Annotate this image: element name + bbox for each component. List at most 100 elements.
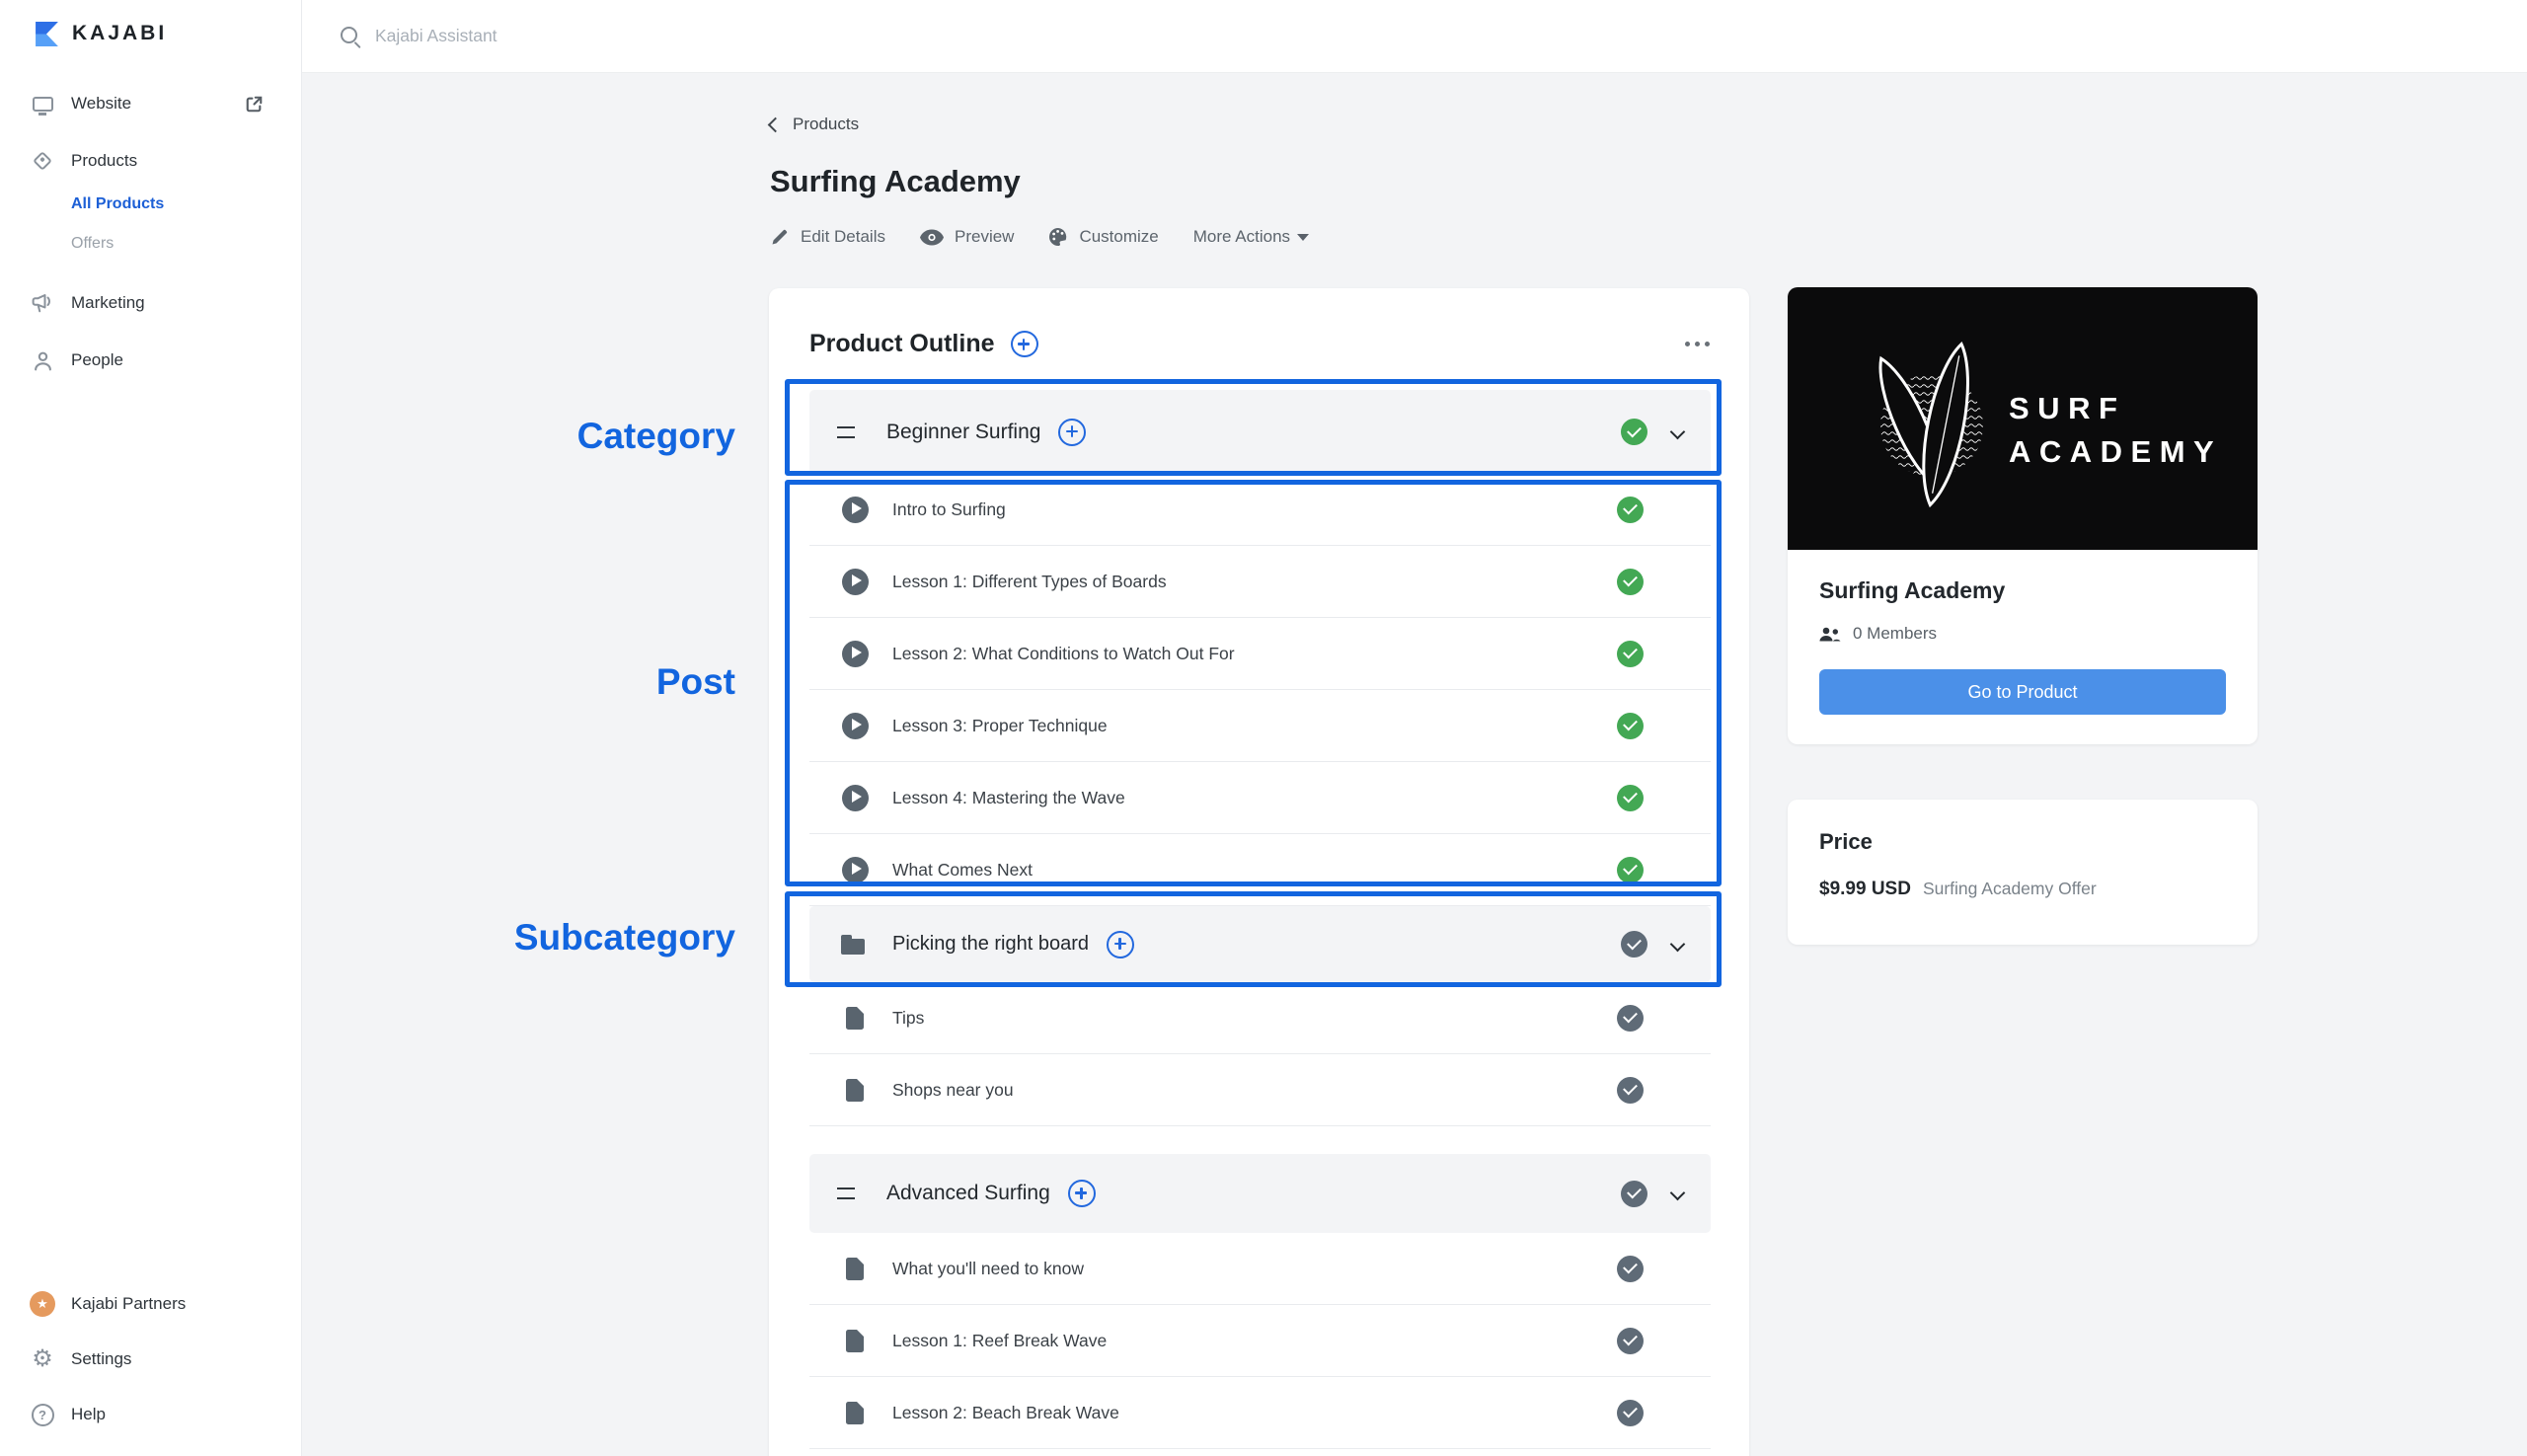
- sidebar-item-settings[interactable]: Settings: [0, 1336, 301, 1383]
- outline-item-label: Lesson 1: Different Types of Boards: [892, 571, 1167, 591]
- price-card-title: Price: [1819, 829, 1873, 854]
- annotation-label-subcategory: Subcategory: [513, 917, 735, 958]
- action-label: More Actions: [1192, 227, 1291, 246]
- pencil-icon: [772, 229, 788, 245]
- outline-item-row[interactable]: What you'll need to know: [809, 1233, 1711, 1305]
- breadcrumb[interactable]: Products: [767, 115, 859, 134]
- product-summary-card: SURF ACADEMY Surfing Academy 0 Members G…: [1788, 287, 2258, 744]
- outline-item-row[interactable]: Lesson 2: What Conditions to Watch Out F…: [809, 618, 1711, 690]
- sidebar-item-label: Products: [71, 151, 138, 170]
- chevron-down-icon[interactable]: [1669, 423, 1687, 441]
- document-icon: [841, 1401, 869, 1424]
- outline-item-row[interactable]: Lesson 1: Reef Break Wave: [809, 1305, 1711, 1377]
- price-line: $9.99 USD Surfing Academy Offer: [1819, 879, 2226, 900]
- sidebar-item-marketing[interactable]: Marketing: [0, 284, 301, 322]
- star-badge-icon: [30, 1291, 55, 1317]
- status-published-icon: [1617, 856, 1644, 883]
- add-post-icon[interactable]: [1107, 930, 1135, 958]
- sidebar-item-help[interactable]: Help: [0, 1391, 301, 1438]
- outline-item-row[interactable]: Tips: [809, 982, 1711, 1054]
- edit-details-button[interactable]: Edit Details: [770, 227, 905, 247]
- preview-button[interactable]: Preview: [919, 227, 1034, 247]
- sidebar-item-label: Website: [71, 94, 132, 113]
- add-post-icon[interactable]: [1067, 1180, 1096, 1207]
- megaphone-icon: [30, 293, 55, 314]
- outline-item-row[interactable]: Lesson 2: Beach Break Wave: [809, 1377, 1711, 1449]
- product-thumbnail: SURF ACADEMY: [1788, 287, 2258, 550]
- add-post-icon[interactable]: [1058, 418, 1087, 446]
- sidebar-subitem-label: All Products: [71, 195, 165, 212]
- outline-item-label: Lesson 2: Beach Break Wave: [892, 1402, 1119, 1422]
- eye-icon: [919, 229, 944, 245]
- status-draft-icon: [1617, 1399, 1644, 1426]
- sidebar-item-label: Settings: [71, 1349, 132, 1368]
- product-outline-card: Product Outline Beginner Surfing Intro t…: [769, 288, 1749, 1456]
- thumbnail-text-line1: SURF: [2009, 391, 2125, 425]
- add-category-icon[interactable]: [1010, 331, 1038, 357]
- annotation-label-post: Post: [655, 661, 735, 702]
- status-published-icon: [1617, 640, 1644, 667]
- play-icon: [841, 640, 869, 667]
- sidebar-item-label: Marketing: [71, 293, 145, 312]
- outline-item-row[interactable]: Intro to Surfing: [809, 474, 1711, 546]
- more-actions-button[interactable]: More Actions: [1193, 227, 1329, 247]
- question-icon: [30, 1403, 55, 1426]
- document-icon: [841, 1006, 869, 1030]
- header-actions: Edit Details Preview Customize More Acti…: [770, 219, 1329, 255]
- drag-handle-icon[interactable]: [837, 425, 855, 438]
- play-icon: [841, 856, 869, 883]
- kajabi-logo-icon: [36, 21, 58, 46]
- thumbnail-text-line2: ACADEMY: [2009, 434, 2222, 469]
- status-draft-icon: [1617, 1004, 1644, 1032]
- subcategory-row-picking-the-right-board[interactable]: Picking the right board: [809, 906, 1711, 982]
- outline-list: Beginner Surfing Intro to Surfing Lesson…: [809, 390, 1711, 1449]
- outline-item-row[interactable]: Lesson 4: Mastering the Wave: [809, 762, 1711, 834]
- sidebar-item-website[interactable]: Website: [0, 85, 301, 122]
- document-icon: [841, 1329, 869, 1352]
- go-to-product-button[interactable]: Go to Product: [1819, 669, 2226, 715]
- sidebar-item-label: People: [71, 350, 123, 369]
- topbar: [302, 0, 2527, 73]
- outline-item-label: Shops near you: [892, 1079, 1014, 1100]
- action-label: Preview: [954, 227, 1015, 246]
- sidebar-item-kajabi-partners[interactable]: Kajabi Partners: [0, 1280, 301, 1328]
- category-row-advanced-surfing[interactable]: Advanced Surfing: [809, 1154, 1711, 1233]
- members-icon: [1819, 627, 1841, 641]
- monitor-icon: [30, 96, 55, 115]
- search-icon: [340, 26, 361, 47]
- status-published-icon: [1617, 712, 1644, 739]
- chevron-down-icon[interactable]: [1669, 936, 1687, 954]
- status-draft-icon: [1617, 1076, 1644, 1104]
- play-icon: [841, 784, 869, 811]
- outline-item-label: Tips: [892, 1007, 925, 1028]
- caret-down-icon: [1297, 233, 1310, 241]
- external-link-icon[interactable]: [245, 95, 264, 118]
- sidebar-item-label: Help: [71, 1405, 106, 1423]
- sidebar-item-all-products[interactable]: All Products: [0, 188, 301, 221]
- action-label: Edit Details: [801, 227, 885, 246]
- chevron-down-icon[interactable]: [1669, 1185, 1687, 1202]
- category-row-beginner-surfing[interactable]: Beginner Surfing: [809, 390, 1711, 474]
- outline-item-row[interactable]: Lesson 1: Different Types of Boards: [809, 546, 1711, 618]
- action-label: Customize: [1079, 227, 1159, 246]
- outline-item-label: Intro to Surfing: [892, 498, 1006, 519]
- gear-icon: [30, 1347, 55, 1371]
- ellipsis-icon[interactable]: [1695, 342, 1700, 346]
- kajabi-logo[interactable]: KAJABI: [0, 0, 301, 51]
- sidebar-item-offers[interactable]: Offers: [0, 227, 301, 261]
- drag-handle-icon[interactable]: [837, 1188, 855, 1199]
- sidebar-item-people[interactable]: People: [0, 342, 301, 379]
- sidebar-item-products[interactable]: Products: [0, 142, 301, 180]
- outline-item-row[interactable]: Shops near you: [809, 1054, 1711, 1126]
- outline-item-row[interactable]: What Comes Next: [809, 834, 1711, 906]
- document-icon: [841, 1078, 869, 1102]
- palette-icon: [1049, 228, 1067, 246]
- price-card: Price $9.99 USD Surfing Academy Offer: [1788, 800, 2258, 945]
- sidebar: KAJABI Website Products All Products Off…: [0, 0, 302, 1456]
- play-icon: [841, 568, 869, 595]
- search-input[interactable]: [375, 26, 1066, 46]
- customize-button[interactable]: Customize: [1048, 227, 1178, 247]
- outline-item-label: What you'll need to know: [892, 1258, 1085, 1278]
- outline-item-row[interactable]: Lesson 3: Proper Technique: [809, 690, 1711, 762]
- members-count: 0 Members: [1853, 624, 1938, 643]
